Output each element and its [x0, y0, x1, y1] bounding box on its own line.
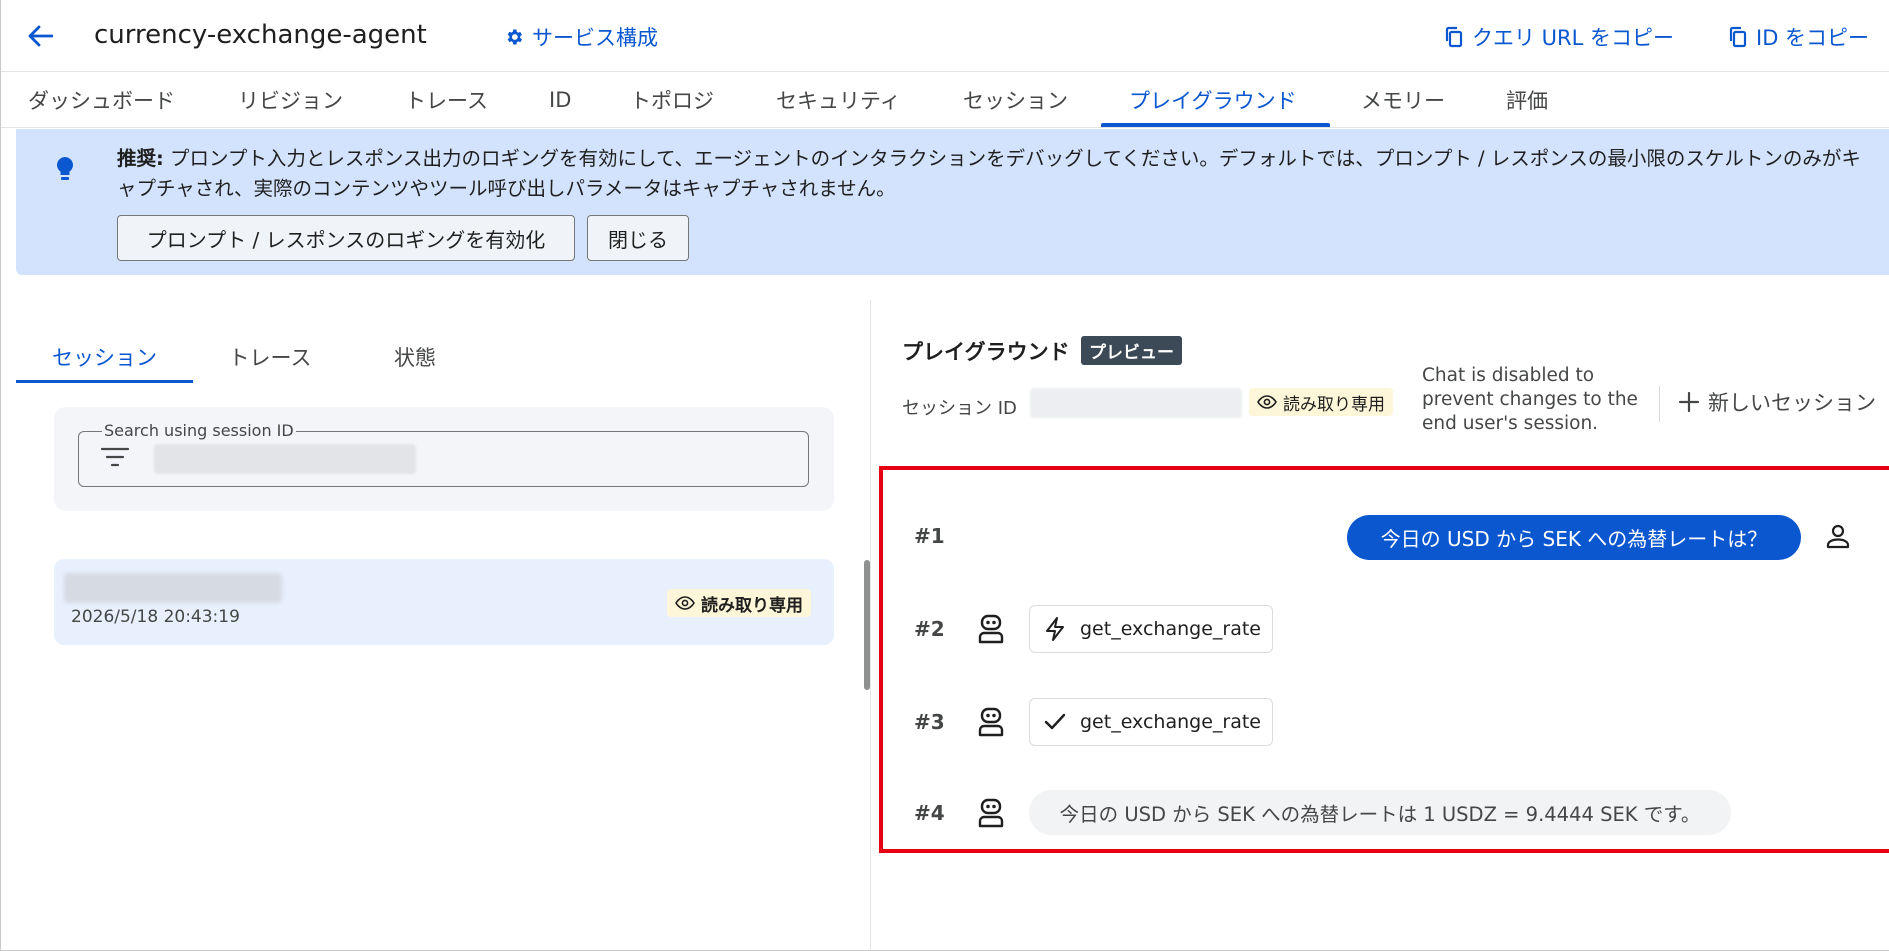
user-icon: [1824, 522, 1852, 554]
tab-identity[interactable]: ID: [549, 72, 571, 128]
session-search-input[interactable]: [154, 444, 774, 474]
copy-id-label: ID をコピー: [1756, 26, 1870, 50]
banner-body: プロンプト入力とレスポンス出力のロギングを有効にして、エージェントのインタラクシ…: [117, 147, 1861, 200]
lightbulb-icon: [56, 156, 74, 186]
left-tab-state[interactable]: 状態: [350, 330, 480, 384]
plus-icon: [1678, 391, 1700, 413]
copy-id-button[interactable]: ID をコピー: [1728, 22, 1869, 52]
copy-icon: [1445, 26, 1463, 48]
left-tab-traces[interactable]: トレース: [200, 330, 340, 384]
header-divider: [1659, 386, 1660, 422]
turn-number: #4: [914, 801, 945, 825]
redacted-session-id-value: [1030, 388, 1242, 418]
service-config-button[interactable]: サービス構成: [504, 22, 658, 52]
turn-number: #1: [914, 524, 945, 548]
turn-number: #2: [914, 617, 945, 641]
check-icon: [1044, 713, 1066, 730]
tab-security[interactable]: セキュリティ: [776, 72, 901, 128]
filter-icon[interactable]: [100, 446, 130, 472]
agent-response-bubble: 今日の USD から SEK への為替レートは 1 USDZ = 9.4444 …: [1029, 790, 1731, 835]
panel-divider: [870, 300, 871, 951]
read-only-badge: 読み取り専用: [1249, 388, 1393, 416]
tab-dashboard[interactable]: ダッシュボード: [28, 72, 175, 128]
tool-call-chip[interactable]: get_exchange_rate: [1029, 605, 1273, 653]
page-title: currency-exchange-agent: [94, 20, 427, 50]
agent-icon: [976, 798, 1006, 832]
left-active-tab-indicator: [16, 380, 193, 383]
app-header: currency-exchange-agent サービス構成 クエリ URL を…: [0, 0, 1889, 72]
agent-icon: [976, 707, 1006, 741]
eye-icon: [675, 596, 695, 610]
new-session-button[interactable]: 新しいセッション: [1678, 387, 1876, 417]
agent-icon: [976, 614, 1006, 648]
copy-icon: [1729, 26, 1747, 48]
banner-lead: 推奨:: [117, 147, 164, 170]
tool-call-name: get_exchange_rate: [1080, 618, 1261, 640]
back-button[interactable]: [22, 18, 58, 54]
playground-title: プレイグラウンド: [902, 340, 1070, 364]
tab-evaluation[interactable]: 評価: [1506, 72, 1548, 128]
turn-number: #3: [914, 710, 945, 734]
session-search-label: Search using session ID: [102, 421, 296, 440]
service-config-label: サービス構成: [532, 26, 658, 50]
tool-result-chip[interactable]: get_exchange_rate: [1029, 698, 1273, 746]
bolt-icon: [1046, 617, 1064, 641]
user-message-bubble: 今日の USD から SEK への為替レートは？: [1347, 515, 1801, 560]
eye-icon: [1257, 395, 1277, 409]
tab-sessions[interactable]: セッション: [963, 72, 1068, 128]
gear-icon: [507, 29, 522, 45]
active-tab-indicator: [1101, 123, 1330, 127]
tab-topology[interactable]: トポロジ: [630, 72, 714, 128]
tool-result-name: get_exchange_rate: [1080, 711, 1261, 733]
preview-badge: プレビュー: [1081, 336, 1182, 365]
new-session-label: 新しいセッション: [1708, 391, 1876, 415]
main-tabs: ダッシュボード リビジョン トレース ID トポロジ セキュリティ セッション …: [0, 72, 1889, 128]
left-tab-sessions[interactable]: セッション: [16, 330, 193, 384]
scrollbar-thumb[interactable]: [864, 560, 870, 690]
session-timestamp: 2026/5/18 20:43:19: [71, 607, 240, 627]
tab-traces[interactable]: トレース: [405, 72, 488, 128]
tab-revisions[interactable]: リビジョン: [238, 72, 343, 128]
read-only-label: 読み取り専用: [701, 595, 803, 616]
chat-disabled-notice: Chat is disabled to prevent changes to t…: [1422, 365, 1638, 434]
tab-memory[interactable]: メモリー: [1361, 72, 1445, 128]
read-only-label: 読み取り専用: [1283, 394, 1385, 415]
tab-playground[interactable]: プレイグラウンド: [1129, 72, 1297, 128]
session-id-label: セッション ID: [902, 398, 1017, 419]
copy-query-url-button[interactable]: クエリ URL をコピー: [1444, 22, 1674, 52]
copy-query-url-label: クエリ URL をコピー: [1472, 26, 1675, 50]
close-banner-button[interactable]: 閉じる: [587, 215, 689, 261]
arrow-back-icon: [28, 25, 53, 47]
redacted-session-id: [64, 573, 282, 603]
banner-message: 推奨: プロンプト入力とレスポンス出力のロギングを有効にして、エージェントのイン…: [117, 144, 1877, 204]
enable-logging-button[interactable]: プロンプト / レスポンスのロギングを有効化: [117, 215, 575, 261]
read-only-badge: 読み取り専用: [667, 589, 811, 617]
